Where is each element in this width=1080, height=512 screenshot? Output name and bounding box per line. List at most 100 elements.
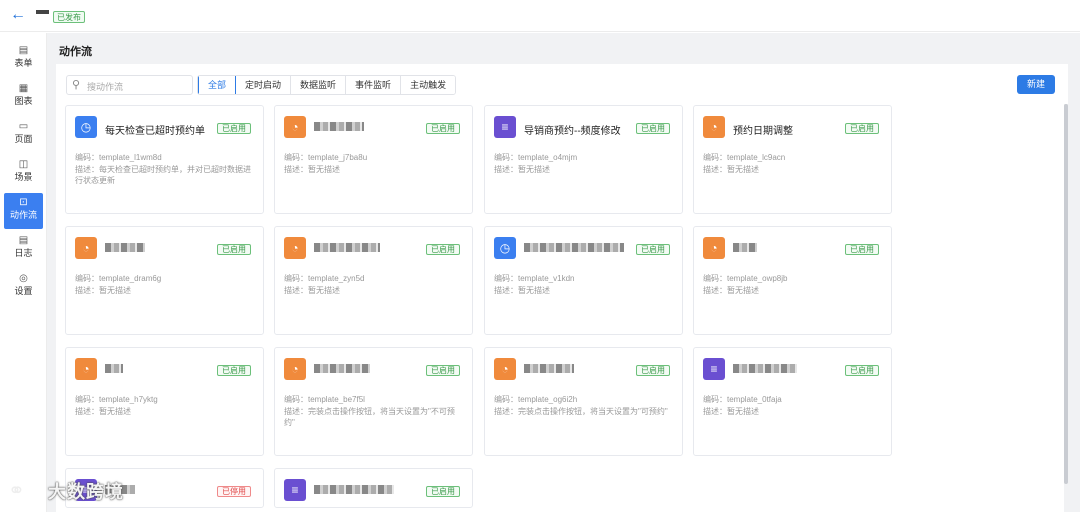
- card-description: 描述：暂无描述: [494, 165, 550, 174]
- card-title-redacted: [314, 243, 380, 252]
- tab-3[interactable]: 事件监听: [346, 76, 402, 94]
- workflow-card[interactable]: ◷ 已启用 编码：template_v1kdn 描述：暂无描述: [484, 226, 683, 335]
- search-input[interactable]: ⚲ 搜动作流: [66, 75, 193, 95]
- card-title: 预约日期调整: [733, 126, 793, 137]
- workflow-card[interactable]: ◔ 已启用 编码：template_h7yktg 描述：暂无描述: [65, 347, 264, 456]
- workflow-card[interactable]: ◔ 已启用 编码：template_og6i2h 描述：完装点击操作按钮，将当天设置为…: [484, 347, 683, 456]
- trigger-icon: ◔: [703, 237, 725, 259]
- top-bar: ← 已发布: [0, 0, 1080, 32]
- tab-2[interactable]: 数据监听: [291, 76, 347, 94]
- card-title-redacted: [524, 364, 574, 373]
- status-badge: 已启用: [426, 486, 460, 497]
- card-code: 编码：template_l1wm8d: [75, 153, 162, 162]
- card-description: 描述：暂无描述: [75, 286, 131, 295]
- status-badge: 已启用: [636, 244, 670, 255]
- workflow-card[interactable]: ◔ 已启用 编码：template_owp8jb 描述：暂无描述: [693, 226, 892, 335]
- app-name-redacted: [36, 10, 49, 14]
- chart-icon: ▦: [18, 83, 29, 94]
- card-description: 描述：暂无描述: [75, 407, 131, 416]
- workflow-card[interactable]: ◔ 已启用 编码：template_be7f5l 描述：完装点击操作按钮，将当天设置为…: [274, 347, 473, 456]
- sidebar-item-label: 设置: [14, 286, 33, 296]
- card-code: 编码：template_o4mjm: [494, 153, 578, 162]
- search-placeholder: 搜动作流: [87, 82, 124, 92]
- workflow-card[interactable]: ◷ 每天检查已超时预约单 已启用编码：template_l1wm8d 描述：每天检查已…: [65, 105, 264, 214]
- tab-0[interactable]: 全部: [198, 76, 237, 94]
- trigger-icon: ◔: [284, 358, 306, 380]
- timer-icon: ◷: [494, 237, 516, 259]
- status-badge: 已启用: [636, 123, 670, 134]
- card-description: 描述：暂无描述: [494, 286, 550, 295]
- card-title-redacted: [314, 122, 364, 131]
- status-badge: 已启用: [426, 365, 460, 376]
- form-icon: ▤: [18, 45, 29, 56]
- tab-4[interactable]: 主动触发: [401, 76, 456, 94]
- trigger-icon: ◔: [284, 116, 306, 138]
- back-arrow-icon[interactable]: ←: [10, 7, 26, 23]
- workflow-card[interactable]: ◔ 预约日期调整 已启用 编码：template_lc9acn 描述：暂无描述: [693, 105, 892, 214]
- workflow-panel: ⚲ 搜动作流 全部 定时启动 数据监听 事件监听 主动触发 新建 ◷ 每天检查已超时预约单…: [56, 64, 1068, 512]
- status-badge: 已启用: [845, 365, 879, 376]
- workflow-icon: ⊡: [19, 197, 28, 208]
- workflow-card[interactable]: ◔ 已启用编码：template_dram6g 描述：暂无描述: [65, 226, 264, 335]
- scrollbar-thumb[interactable]: [1064, 104, 1068, 484]
- sidebar-item-2[interactable]: ▭ 页面: [4, 117, 43, 153]
- status-badge: 已启用: [636, 365, 670, 376]
- sidebar: ▤ 表单 ▦ 图表 ▭ 页面 ◫ 场景 ⊡ 动作流 ▤ 日志 ◎ 设置: [0, 33, 47, 512]
- scene-icon: ◫: [18, 159, 29, 170]
- page-title: 动作流: [59, 46, 92, 58]
- status-badge: 已启用: [217, 123, 251, 134]
- sidebar-item-1[interactable]: ▦ 图表: [4, 79, 43, 115]
- publish-status-badge: 已发布: [53, 11, 85, 23]
- sidebar-item-label: 图表: [14, 96, 33, 106]
- card-description: 描述：完装点击操作按钮，将当天设置为"不可预约": [284, 407, 455, 427]
- sidebar-item-0[interactable]: ▤ 表单: [4, 41, 43, 77]
- workflow-card[interactable]: ≡ 已启用 编码：template_0tfaja 描述：暂无描述: [693, 347, 892, 456]
- card-code: 编码：template_0tfaja: [703, 395, 782, 404]
- card-title-redacted: [733, 364, 797, 373]
- card-description: 描述：暂无描述: [703, 165, 759, 174]
- card-code: 编码：template_lc9acn: [703, 153, 786, 162]
- settings-icon: ◎: [19, 273, 28, 284]
- database-icon: ≡: [494, 116, 516, 138]
- status-badge: 已启用: [217, 365, 251, 376]
- workflow-card[interactable]: ≡ 已启用: [274, 468, 473, 508]
- workflow-card[interactable]: ≡ 导销商预约--频度修改 已启用编码：template_o4mjm 描述：暂无描述: [484, 105, 683, 214]
- status-badge: 已启用: [217, 244, 251, 255]
- status-badge: 已停用: [217, 486, 251, 497]
- sidebar-item-6[interactable]: ◎ 设置: [4, 269, 43, 305]
- card-description: 描述：暂无描述: [284, 286, 340, 295]
- sidebar-item-5[interactable]: ▤ 日志: [4, 231, 43, 267]
- card-title: 导销商预约--频度修改: [524, 126, 621, 137]
- trigger-icon: ◔: [75, 237, 97, 259]
- sidebar-item-3[interactable]: ◫ 场景: [4, 155, 43, 191]
- search-icon: ⚲: [72, 79, 81, 91]
- filter-tabs: 全部 定时启动 数据监听 事件监听 主动触发: [197, 75, 457, 95]
- card-title-redacted: [733, 243, 757, 252]
- trigger-icon: ◔: [703, 116, 725, 138]
- card-code: 编码：template_owp8jb: [703, 274, 788, 283]
- tab-1[interactable]: 定时启动: [236, 76, 292, 94]
- database-icon: ≡: [703, 358, 725, 380]
- sidebar-item-label: 日志: [14, 248, 33, 258]
- card-code: 编码：template_dram6g: [75, 274, 162, 283]
- status-badge: 已启用: [845, 244, 879, 255]
- workflow-card[interactable]: ◔ 已启用 编码：template_j7ba8u 描述：暂无描述: [274, 105, 473, 214]
- card-code: 编码：template_h7yktg: [75, 395, 158, 404]
- sidebar-item-4[interactable]: ⊡ 动作流: [4, 193, 43, 229]
- page-icon: ▭: [18, 121, 29, 132]
- card-title-redacted: [524, 243, 624, 252]
- card-description: 描述：暂无描述: [284, 165, 340, 174]
- card-title: 每天检查已超时预约单: [105, 126, 205, 137]
- trigger-icon: ◔: [494, 358, 516, 380]
- new-button[interactable]: 新建: [1017, 75, 1055, 94]
- watermark-logo-icon: ⚭: [8, 480, 25, 502]
- trigger-icon: ◔: [284, 237, 306, 259]
- timer-icon: ◷: [75, 116, 97, 138]
- card-code: 编码：template_zyn5d: [284, 274, 365, 283]
- sidebar-item-label: 场景: [14, 172, 33, 182]
- card-description: 描述：每天检查已超时预约单，并对已超时数据进行状态更新: [75, 165, 251, 185]
- sidebar-item-label: 动作流: [9, 210, 37, 220]
- card-description: 描述：完装点击操作按钮，将当天设置为"可预约": [494, 407, 668, 416]
- sidebar-item-label: 页面: [14, 134, 33, 144]
- workflow-card[interactable]: ◔ 已启用 编码：template_zyn5d 描述：暂无描述: [274, 226, 473, 335]
